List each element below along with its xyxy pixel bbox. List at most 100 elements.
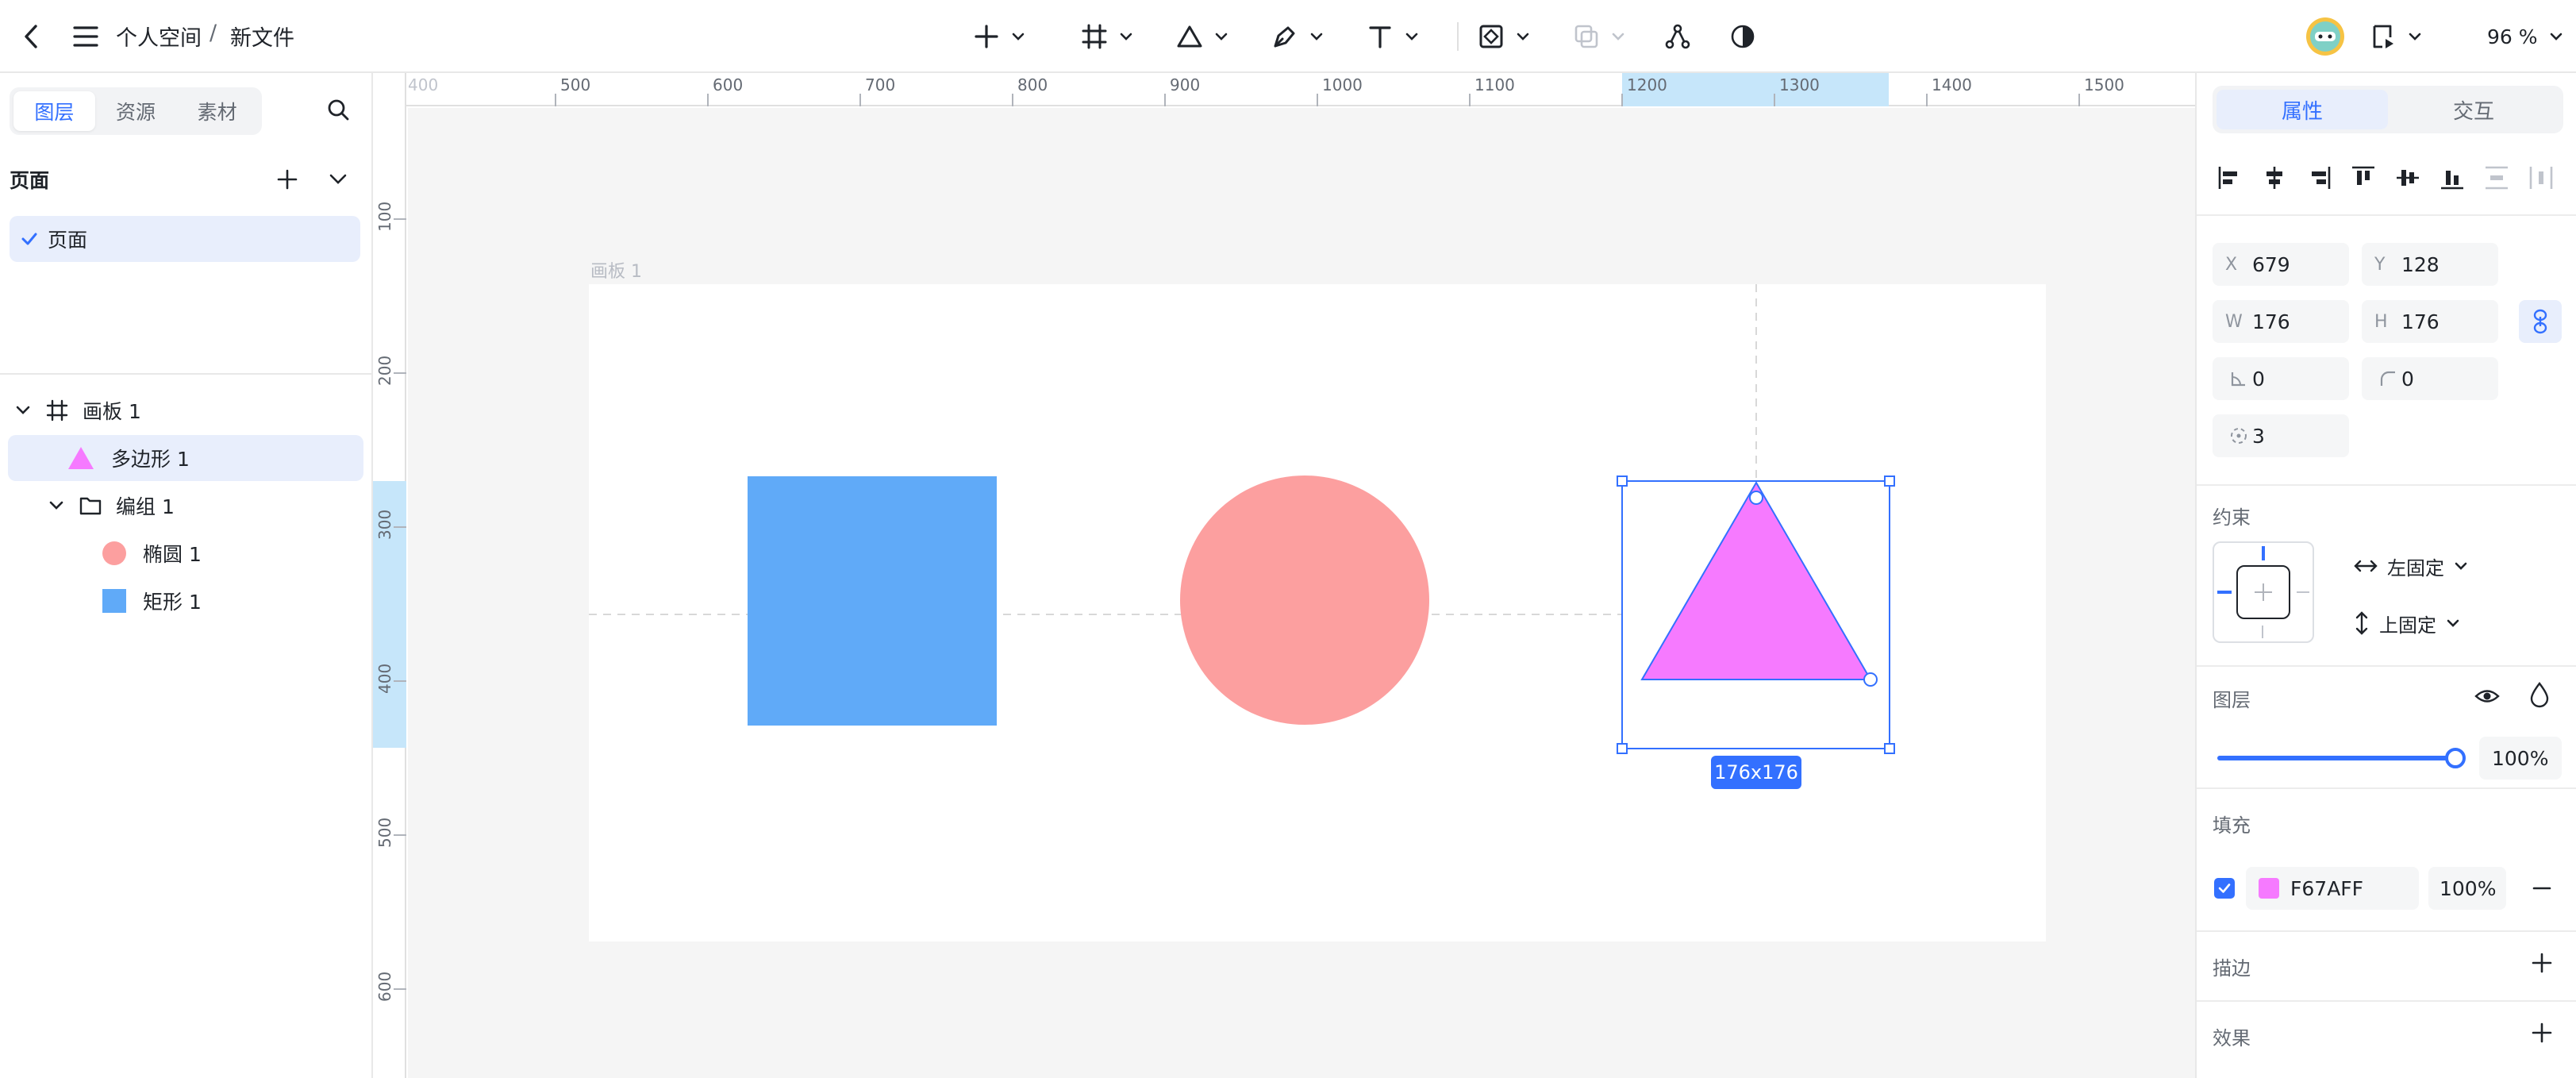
panel-divider — [2197, 1000, 2576, 1002]
collapse-pages-button[interactable] — [321, 162, 356, 197]
chevron-down-icon — [16, 406, 30, 414]
vertical-ruler[interactable]: 100 200 300 400 500 600 — [373, 73, 406, 1078]
layer-ellipse[interactable]: 椭圆 1 — [8, 530, 363, 576]
ruler-tick-label: 500 — [375, 818, 394, 848]
fill-swatch[interactable] — [2259, 878, 2279, 899]
resize-handle-tl[interactable] — [1617, 475, 1628, 487]
constraint-v-select[interactable]: 上固定 — [2341, 602, 2492, 645]
ruler-tick-label: 1200 — [1627, 75, 1667, 94]
layer-polygon[interactable]: 多边形 1 — [8, 435, 363, 481]
constraint-right-marker[interactable] — [2297, 591, 2309, 593]
y-field[interactable]: Y 128 — [2362, 243, 2498, 286]
fill-color-field[interactable]: F67AFF — [2246, 867, 2419, 910]
design-canvas[interactable]: 画板 1 176x176 — [408, 108, 2195, 1078]
triangle-icon — [1177, 25, 1202, 48]
resize-handle-bl[interactable] — [1617, 743, 1628, 754]
breadcrumb-file[interactable]: 新文件 — [230, 21, 294, 52]
constraint-widget[interactable] — [2213, 541, 2314, 643]
user-avatar[interactable] — [2303, 16, 2347, 57]
rectangle-shape[interactable] — [748, 476, 997, 726]
tab-interaction[interactable]: 交互 — [2388, 90, 2559, 129]
corner-radius-field[interactable]: 0 — [2362, 357, 2498, 400]
panel-divider — [2197, 930, 2576, 932]
rotation-field[interactable]: 0 — [2213, 357, 2349, 400]
back-button[interactable] — [11, 16, 52, 57]
opacity-slider[interactable] — [2217, 748, 2466, 768]
distribute-v-icon[interactable] — [2482, 164, 2511, 192]
component-tool[interactable] — [1478, 16, 1530, 57]
ruler-tick-label: 1400 — [1932, 75, 1972, 94]
horizontal-ruler[interactable]: 400 500 600 700 800 900 1000 1100 1200 1300 1400 15… — [373, 73, 2195, 106]
tab-properties[interactable]: 属性 — [2217, 90, 2388, 129]
align-center-v-icon[interactable] — [2393, 164, 2422, 192]
align-left-icon[interactable] — [2216, 164, 2244, 192]
height-field[interactable]: H 176 — [2362, 300, 2498, 343]
frame-tool[interactable] — [1081, 16, 1133, 57]
right-tabs: 属性 交互 — [2213, 86, 2563, 133]
vertex-handle[interactable] — [1749, 491, 1763, 505]
search-button[interactable] — [321, 92, 356, 127]
layer-rect[interactable]: 矩形 1 — [8, 578, 363, 624]
pen-icon — [1274, 26, 1295, 48]
folder-icon — [79, 497, 102, 515]
theme-button[interactable] — [1724, 16, 1762, 57]
x-field[interactable]: X 679 — [2213, 243, 2349, 286]
search-icon — [328, 99, 349, 121]
resize-handle-tr[interactable] — [1884, 475, 1895, 487]
plus-icon — [975, 25, 998, 48]
constraint-left-marker[interactable] — [2217, 591, 2232, 594]
pen-tool[interactable] — [1271, 16, 1324, 57]
constraint-h-select[interactable]: 左固定 — [2341, 545, 2492, 587]
zoom-select[interactable]: 96 % — [2487, 16, 2563, 57]
fill-checkbox[interactable] — [2214, 878, 2235, 899]
play-document-icon — [2373, 25, 2393, 48]
plus-icon[interactable] — [2530, 1021, 2554, 1045]
align-bottom-icon[interactable] — [2438, 164, 2466, 192]
sides-field[interactable]: 3 — [2213, 414, 2349, 457]
tab-materials[interactable]: 素材 — [176, 91, 258, 131]
blend-mode-icon[interactable] — [2528, 681, 2551, 708]
tab-layers[interactable]: 图层 — [13, 91, 95, 131]
avatar-icon — [2306, 17, 2344, 56]
align-top-icon[interactable] — [2349, 164, 2378, 192]
layer-title: 图层 — [2213, 689, 2251, 711]
fill-opacity-field[interactable]: 100% — [2428, 867, 2506, 910]
preview-button[interactable] — [2370, 16, 2422, 57]
radius-value: 0 — [2401, 367, 2414, 391]
shape-tool[interactable] — [1176, 16, 1228, 57]
triangle-icon — [68, 447, 94, 469]
align-right-icon[interactable] — [2305, 164, 2333, 192]
boolean-tool[interactable] — [1573, 16, 1625, 57]
eye-icon[interactable] — [2474, 684, 2500, 708]
constraint-top-marker[interactable] — [2262, 546, 2265, 560]
text-tool[interactable] — [1367, 16, 1419, 57]
panel-divider — [2197, 484, 2576, 486]
constraint-bottom-marker[interactable] — [2262, 626, 2263, 638]
lock-ratio-button[interactable] — [2519, 300, 2562, 343]
layer-group[interactable]: 编组 1 — [8, 483, 363, 529]
menu-button[interactable] — [65, 16, 106, 57]
layer-artboard[interactable]: 画板 1 — [8, 387, 363, 433]
breadcrumb-space[interactable]: 个人空间 — [116, 21, 202, 52]
minus-icon[interactable] — [2530, 876, 2554, 900]
ruler-tick-label: 400 — [375, 664, 394, 694]
plugin-button[interactable] — [1659, 16, 1697, 57]
insert-tool[interactable] — [973, 16, 1025, 57]
distribute-h-icon[interactable] — [2527, 164, 2555, 192]
tab-assets[interactable]: 资源 — [95, 91, 177, 131]
size-badge: 176x176 — [1711, 756, 1801, 789]
plus-icon[interactable] — [2530, 951, 2554, 975]
opacity-field[interactable]: 100% — [2479, 737, 2562, 780]
add-page-button[interactable] — [270, 162, 305, 197]
ellipse-shape[interactable] — [1180, 475, 1429, 725]
vertex-handle[interactable] — [1863, 672, 1878, 687]
align-center-h-icon[interactable] — [2260, 164, 2289, 192]
polygon-shape[interactable] — [1640, 481, 1872, 680]
chevron-down-icon — [1215, 33, 1228, 40]
chevron-down-icon — [2550, 33, 2562, 40]
slider-knob[interactable] — [2445, 748, 2466, 768]
page-item[interactable]: 页面 — [10, 216, 360, 262]
resize-handle-br[interactable] — [1884, 743, 1895, 754]
width-field[interactable]: W 176 — [2213, 300, 2349, 343]
chevron-down-icon — [49, 501, 63, 510]
